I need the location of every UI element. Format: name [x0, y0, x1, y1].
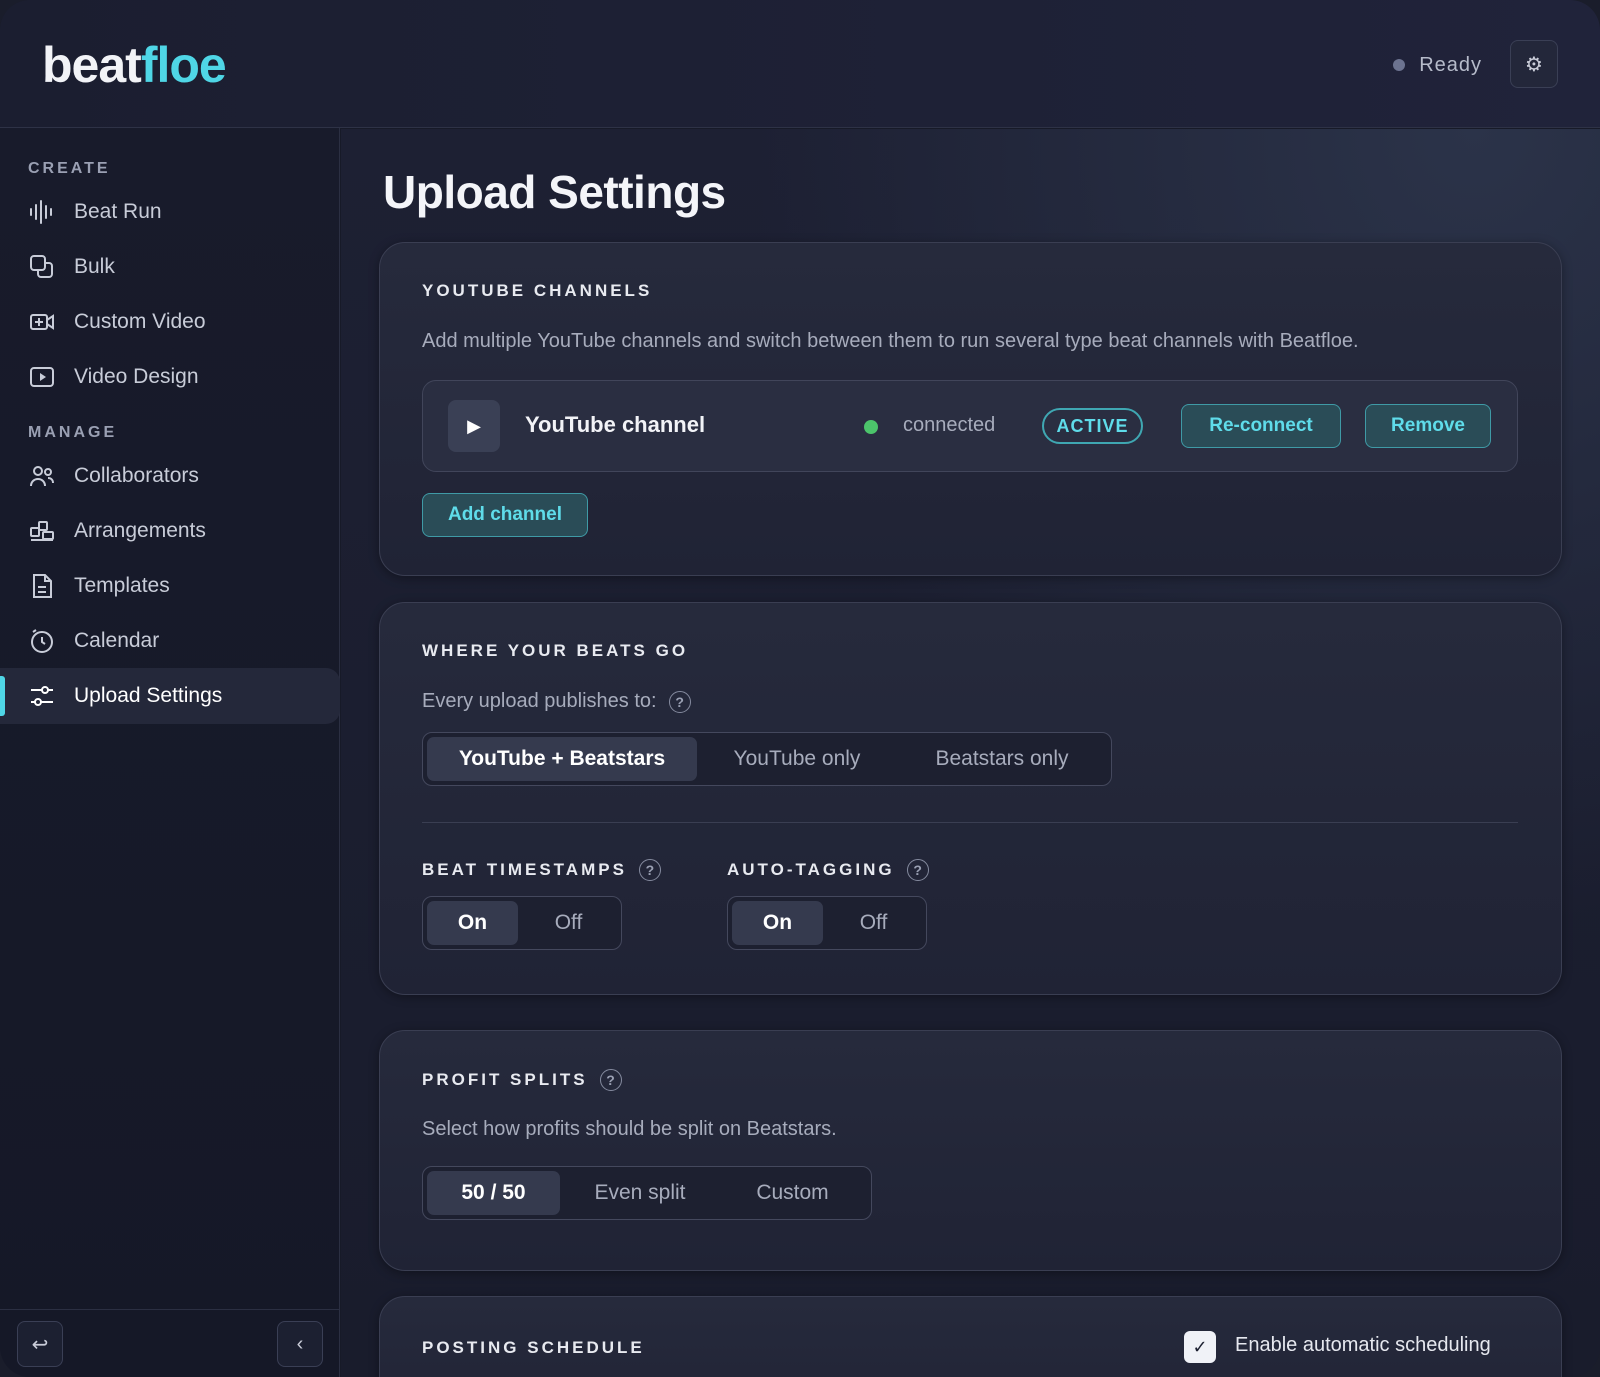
sliders-icon: [28, 682, 56, 710]
sidebar-item-label: Video Design: [74, 365, 199, 388]
sidebar-item-label: Templates: [74, 574, 170, 597]
sidebar-item-label: Collaborators: [74, 464, 199, 487]
section-label-create: CREATE: [28, 160, 111, 177]
auto-scheduling-label[interactable]: Enable automatic scheduling: [1235, 1334, 1491, 1357]
beat-timestamps-title: BEAT TIMESTAMPS ?: [422, 859, 661, 881]
users-icon: [28, 462, 56, 490]
sidebar-item-label: Beat Run: [74, 200, 162, 223]
channel-name: YouTube channel: [525, 412, 706, 437]
timestamps-toggle: On Off: [422, 896, 622, 950]
connection-status: connected: [903, 414, 996, 436]
card-description: Select how profits should be split on Be…: [422, 1118, 837, 1140]
help-icon[interactable]: ?: [906, 859, 929, 881]
sidebar-item-arrangements[interactable]: Arrangements: [0, 503, 340, 559]
active-badge: ACTIVE: [1042, 408, 1143, 444]
sidebar-item-label: Upload Settings: [74, 684, 223, 707]
stack-icon: [28, 253, 56, 281]
video-add-icon: [28, 308, 56, 336]
posting-schedule-card: POSTING SCHEDULE ✓ Enable automatic sche…: [379, 1296, 1562, 1377]
timestamps-off[interactable]: Off: [523, 901, 614, 945]
sidebar-item-collaborators[interactable]: Collaborators: [0, 448, 340, 504]
profit-segmented-control: 50 / 50 Even split Custom: [422, 1166, 872, 1220]
channel-row: ▶ YouTube channel connected ACTIVE Re-co…: [422, 380, 1518, 472]
sidebar-footer-divider: [0, 1309, 340, 1310]
play-box-icon: [28, 363, 56, 391]
beatfloe-logo[interactable]: beatfloe: [42, 36, 227, 94]
document-icon: [28, 572, 56, 600]
sidebar-item-label: Bulk: [74, 255, 115, 278]
sidebar-item-video-design[interactable]: Video Design: [0, 349, 340, 405]
page-title: Upload Settings: [383, 166, 726, 218]
checkmark-icon: ✓: [1192, 1336, 1208, 1357]
clock-icon: [28, 627, 56, 655]
remove-button[interactable]: Remove: [1365, 404, 1491, 448]
waveform-icon: [28, 198, 56, 226]
section-divider: [422, 822, 1518, 823]
top-header: beatfloe Ready ⚙: [0, 0, 1600, 128]
youtube-channels-card: YOUTUBE CHANNELS Add multiple YouTube ch…: [379, 242, 1562, 576]
gear-icon: ⚙: [1525, 53, 1543, 76]
destination-prompt: Every upload publishes to: ?: [422, 690, 691, 713]
destination-segmented-control: YouTube + Beatstars YouTube only Beatsta…: [422, 732, 1112, 786]
card-title: POSTING SCHEDULE: [422, 1338, 645, 1357]
sidebar-item-bulk[interactable]: Bulk: [0, 239, 340, 295]
app-window: beatfloe Ready ⚙ CREATE Beat Run Bulk Cu…: [0, 0, 1600, 1377]
connected-dot: [864, 420, 878, 434]
option-youtube-only[interactable]: YouTube only: [697, 737, 897, 781]
card-description: Add multiple YouTube channels and switch…: [422, 330, 1359, 352]
help-icon[interactable]: ?: [668, 690, 691, 713]
option-custom[interactable]: Custom: [720, 1171, 865, 1215]
card-title: PROFIT SPLITS ?: [422, 1069, 622, 1091]
card-title: WHERE YOUR BEATS GO: [422, 641, 689, 660]
sidebar-item-calendar[interactable]: Calendar: [0, 613, 340, 669]
autotag-on[interactable]: On: [732, 901, 823, 945]
blocks-icon: [28, 517, 56, 545]
collapse-sidebar-button[interactable]: ‹: [277, 1321, 323, 1367]
help-icon[interactable]: ?: [638, 859, 661, 881]
profit-splits-card: PROFIT SPLITS ? Select how profits shoul…: [379, 1030, 1562, 1271]
chevron-left-icon: ‹: [296, 1332, 304, 1355]
sidebar-item-upload-settings[interactable]: Upload Settings: [0, 668, 340, 724]
settings-button[interactable]: ⚙: [1510, 40, 1558, 88]
sidebar-item-custom-video[interactable]: Custom Video: [0, 294, 340, 350]
sidebar-item-beat-run[interactable]: Beat Run: [0, 184, 340, 240]
status-dot: [1393, 59, 1406, 71]
destination-card: WHERE YOUR BEATS GO Every upload publish…: [379, 602, 1562, 995]
status-text: Ready: [1419, 53, 1482, 76]
sidebar-item-templates[interactable]: Templates: [0, 558, 340, 614]
autotag-toggle: On Off: [727, 896, 927, 950]
back-button[interactable]: ↩: [17, 1321, 63, 1367]
sidebar-item-label: Arrangements: [74, 519, 206, 542]
youtube-play-icon: ▶: [448, 400, 500, 452]
card-title: YOUTUBE CHANNELS: [422, 281, 653, 300]
add-channel-button[interactable]: Add channel: [422, 493, 588, 537]
option-beatstars-only[interactable]: Beatstars only: [897, 737, 1107, 781]
autotag-off[interactable]: Off: [828, 901, 919, 945]
auto-tagging-title: AUTO-TAGGING ?: [727, 859, 929, 881]
status-indicator: Ready: [1393, 50, 1482, 80]
sidebar: CREATE Beat Run Bulk Custom Video Video …: [0, 128, 340, 1377]
option-even-split[interactable]: Even split: [560, 1171, 720, 1215]
reconnect-button[interactable]: Re-connect: [1181, 404, 1341, 448]
auto-scheduling-checkbox[interactable]: ✓: [1184, 1331, 1216, 1363]
timestamps-on[interactable]: On: [427, 901, 518, 945]
main-content: Upload Settings YOUTUBE CHANNELS Add mul…: [341, 129, 1600, 1377]
return-icon: ↩: [31, 1333, 49, 1356]
option-50-50[interactable]: 50 / 50: [427, 1171, 560, 1215]
section-label-manage: MANAGE: [28, 424, 118, 441]
sidebar-item-label: Custom Video: [74, 310, 206, 333]
sidebar-item-label: Calendar: [74, 629, 160, 652]
help-icon[interactable]: ?: [599, 1069, 622, 1091]
option-youtube-beatstars[interactable]: YouTube + Beatstars: [427, 737, 697, 781]
